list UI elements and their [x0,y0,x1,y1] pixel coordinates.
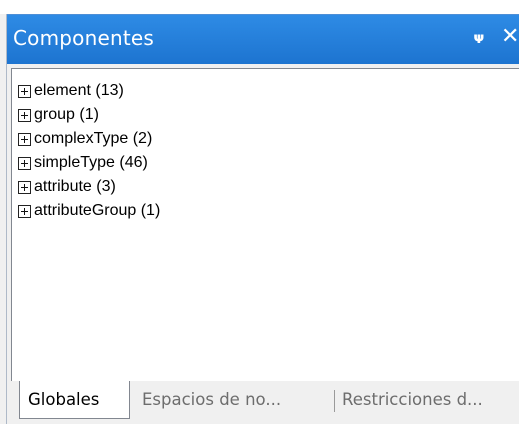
tree-item-complextype[interactable]: complexType (2) [18,127,160,151]
tree-item-label: simpleType (46) [34,154,148,171]
tab-bar: Globales Espacios de no... Restricciones… [11,381,519,424]
tab-espacios-de-nombres[interactable]: Espacios de no... [142,381,281,419]
close-icon[interactable]: ✕ [501,25,519,49]
plus-box-icon[interactable] [18,156,31,170]
tree-item-label: complexType (2) [34,130,153,147]
tree-item-attributegroup[interactable]: attributeGroup (1) [18,199,160,223]
pin-icon[interactable]: ᴪ [473,28,489,48]
tree-item-label: element (13) [34,82,124,99]
tree-item-attribute[interactable]: attribute (3) [18,175,160,199]
plus-box-icon[interactable] [18,84,31,98]
plus-box-icon[interactable] [18,180,31,194]
tab-restricciones[interactable]: Restricciones d... [342,381,483,419]
tab-globales[interactable]: Globales [19,381,130,419]
tree-item-label: attribute (3) [34,178,116,195]
tree-view[interactable]: element (13) group (1) complexType (2) s… [11,68,519,382]
tab-separator [334,390,335,412]
plus-box-icon[interactable] [18,132,31,146]
tree-item-group[interactable]: group (1) [18,103,160,127]
panel-titlebar[interactable]: Componentes ᴪ ✕ [7,14,519,64]
top-strip [0,0,519,14]
tree: element (13) group (1) complexType (2) s… [18,79,160,223]
window: Componentes ᴪ ✕ element (13) group (1) c… [0,0,519,424]
panel-title: Componentes [13,26,155,50]
tree-item-element[interactable]: element (13) [18,79,160,103]
plus-box-icon[interactable] [18,204,31,218]
tree-item-label: attributeGroup (1) [34,202,161,219]
plus-box-icon[interactable] [18,108,31,122]
components-panel: Componentes ᴪ ✕ element (13) group (1) c… [6,14,519,424]
tree-item-simpletype[interactable]: simpleType (46) [18,151,160,175]
tree-item-label: group (1) [34,106,99,123]
